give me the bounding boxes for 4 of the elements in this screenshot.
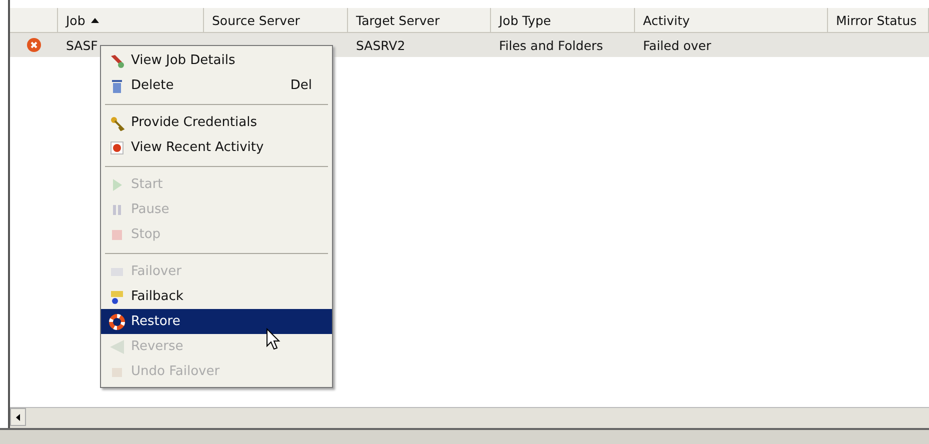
- table-cell-text: SASRV2: [355, 38, 406, 52]
- table-cell-text: SASF: [65, 38, 99, 52]
- table-cell-text: Failed over: [642, 38, 712, 52]
- table-cell-text: Files and Folders: [498, 38, 604, 52]
